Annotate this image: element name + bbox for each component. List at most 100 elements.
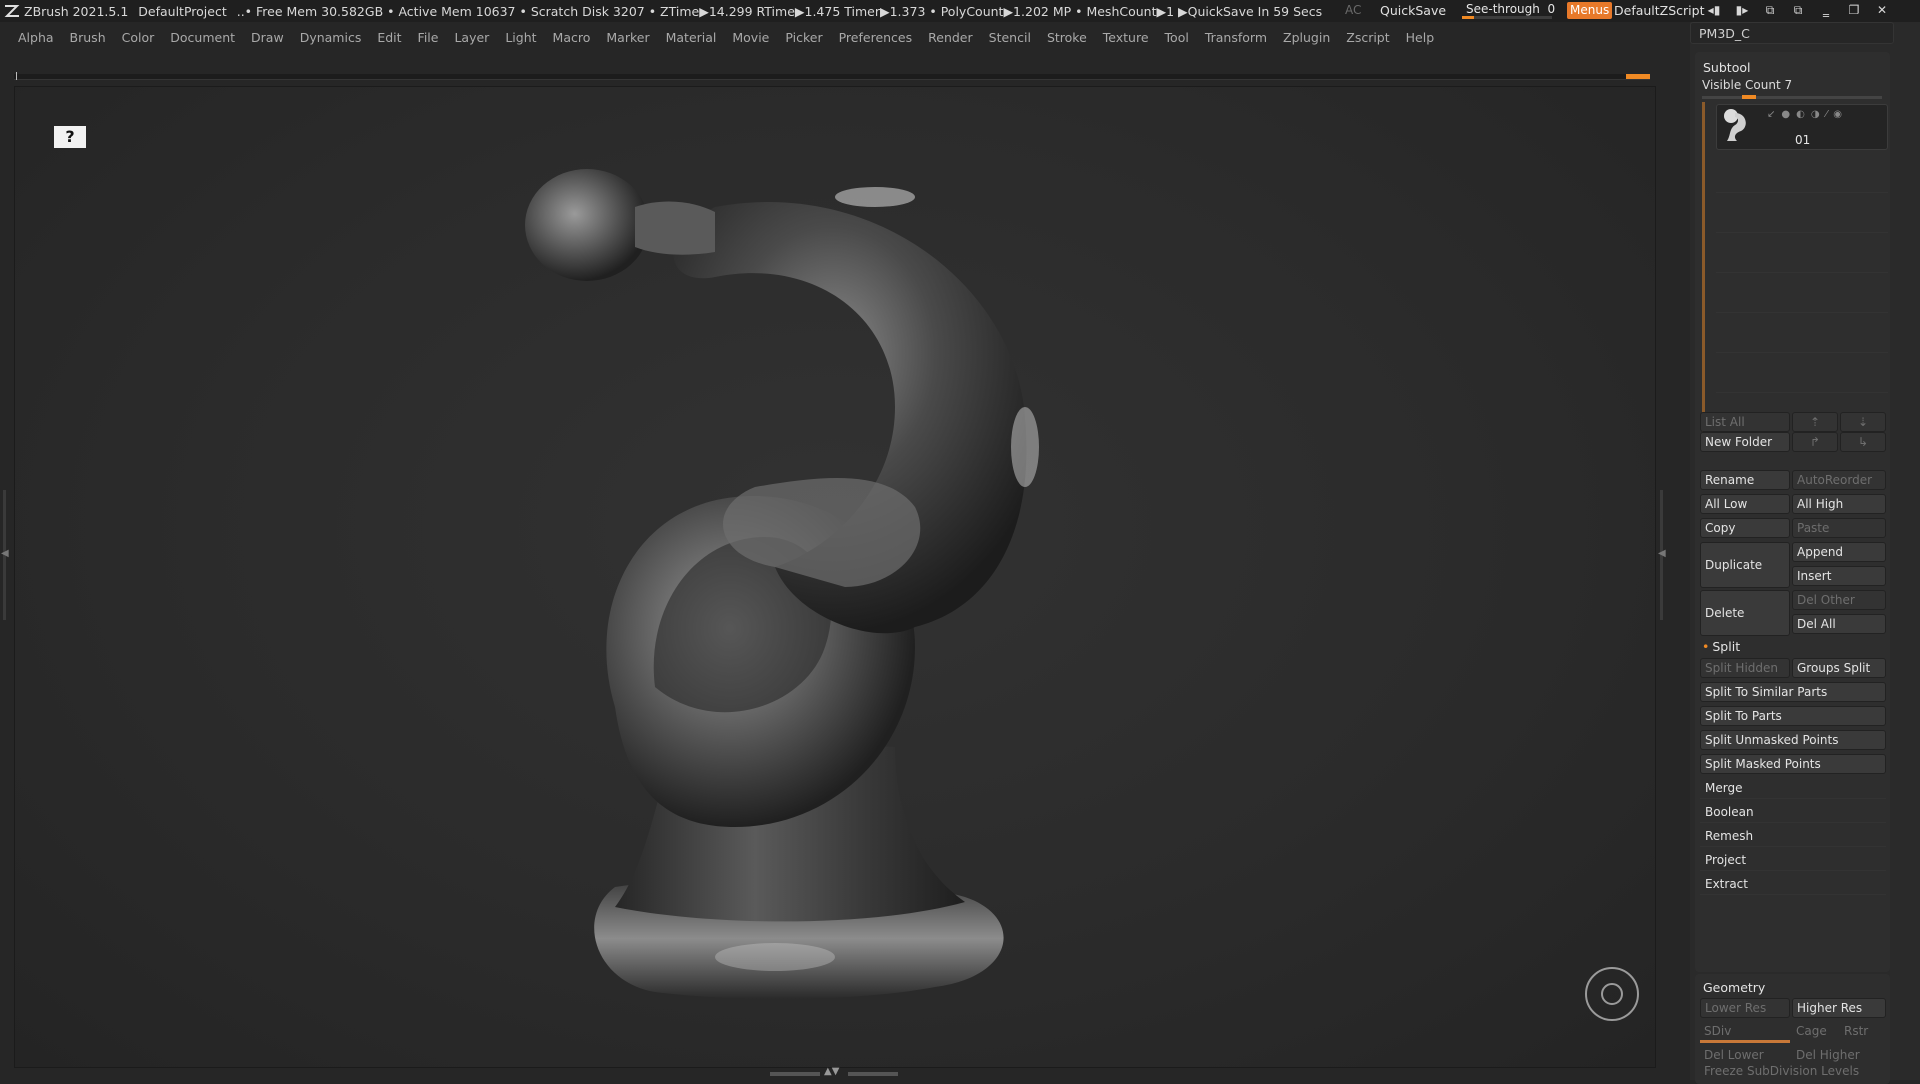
move-up-icon[interactable]: ↱ — [1792, 432, 1838, 452]
left-tray-handle[interactable]: ◀ — [0, 490, 10, 620]
menu-document[interactable]: Document — [170, 30, 235, 45]
edit-icon[interactable]: ⁄ — [1826, 109, 1828, 120]
subtool-item[interactable]: ↙ ● ◐ ◑ ⁄ ◉ 01 — [1716, 104, 1888, 150]
menu-dynamics[interactable]: Dynamics — [300, 30, 362, 45]
copy-button[interactable]: Copy — [1700, 518, 1790, 538]
cage-button[interactable]: Cage — [1792, 1022, 1838, 1042]
subtool-list[interactable]: ↙ ● ◐ ◑ ⁄ ◉ 01 — [1702, 102, 1888, 432]
new-folder-button[interactable]: New Folder — [1700, 432, 1790, 452]
menu-zplugin[interactable]: Zplugin — [1283, 30, 1330, 45]
restore-icon[interactable]: ❐ — [1845, 2, 1863, 18]
move-down-icon[interactable]: ↳ — [1840, 432, 1886, 452]
chevron-left-icon[interactable]: ◀ — [1658, 548, 1666, 559]
material-icon[interactable]: ◑ — [1811, 109, 1820, 120]
append-button[interactable]: Append — [1792, 542, 1886, 562]
eye-icon[interactable]: ◉ — [1833, 109, 1842, 120]
duplicate-button[interactable]: Duplicate — [1700, 542, 1790, 588]
chevron-up-icon[interactable]: ▲▼ — [824, 1066, 839, 1077]
menu-texture[interactable]: Texture — [1103, 30, 1149, 45]
quicksave-button[interactable]: QuickSave — [1380, 3, 1446, 18]
subtool-title[interactable]: Subtool — [1703, 60, 1750, 75]
navigation-gizmo-icon[interactable] — [1585, 967, 1639, 1021]
minimize-icon[interactable]: ‗ — [1817, 2, 1835, 18]
sdiv-slider[interactable]: SDiv — [1700, 1022, 1790, 1042]
timeline-strip[interactable] — [14, 72, 1650, 80]
split-similar-parts-button[interactable]: Split To Similar Parts — [1700, 682, 1886, 702]
menu-layer[interactable]: Layer — [454, 30, 489, 45]
menu-picker[interactable]: Picker — [785, 30, 822, 45]
arrow-up-icon[interactable]: ⇡ — [1792, 412, 1838, 432]
auto-reorder-button[interactable]: AutoReorder — [1792, 470, 1886, 490]
del-all-button[interactable]: Del All — [1792, 614, 1886, 634]
menu-file[interactable]: File — [418, 30, 439, 45]
paste-layout-icon[interactable]: ⧉ — [1789, 2, 1807, 18]
project-name[interactable]: DefaultProject — [138, 4, 226, 19]
split-unmasked-button[interactable]: Split Unmasked Points — [1700, 730, 1886, 750]
default-zscript-button[interactable]: DefaultZScript — [1614, 3, 1705, 18]
menu-macro[interactable]: Macro — [553, 30, 591, 45]
split-masked-button[interactable]: Split Masked Points — [1700, 754, 1886, 774]
rename-button[interactable]: Rename — [1700, 470, 1790, 490]
menu-help[interactable]: Help — [1406, 30, 1435, 45]
list-all-button[interactable]: List All — [1700, 412, 1790, 432]
see-through-knob[interactable] — [1462, 16, 1474, 19]
menu-zscript[interactable]: Zscript — [1346, 30, 1389, 45]
close-icon[interactable]: ✕ — [1873, 2, 1891, 18]
ac-button[interactable]: AC — [1345, 3, 1361, 17]
tray-title[interactable]: PM3D_C — [1690, 22, 1894, 44]
layout-left-icon[interactable]: ◂▮ — [1705, 2, 1723, 18]
menu-render[interactable]: Render — [928, 30, 973, 45]
menu-preferences[interactable]: Preferences — [839, 30, 913, 45]
toggle-icon[interactable]: ● — [1781, 109, 1790, 120]
menus-toggle-button[interactable]: Menus — [1567, 2, 1613, 19]
menu-marker[interactable]: Marker — [606, 30, 649, 45]
menu-stroke[interactable]: Stroke — [1047, 30, 1087, 45]
delete-button[interactable]: Delete — [1700, 590, 1790, 636]
higher-res-button[interactable]: Higher Res — [1792, 998, 1886, 1018]
menu-alpha[interactable]: Alpha — [18, 30, 54, 45]
bottom-tray-handle[interactable]: ▲▼ — [770, 1066, 900, 1078]
remesh-subpalette[interactable]: Remesh — [1700, 827, 1886, 847]
layout-right-icon[interactable]: ▮▸ — [1733, 2, 1751, 18]
geometry-title[interactable]: Geometry — [1703, 980, 1765, 995]
arrow-down-icon[interactable]: ⇣ — [1840, 412, 1886, 432]
boolean-subpalette[interactable]: Boolean — [1700, 803, 1886, 823]
menu-brush[interactable]: Brush — [70, 30, 106, 45]
menu-tool[interactable]: Tool — [1165, 30, 1189, 45]
sculpt-model[interactable] — [15, 87, 1656, 1068]
menu-draw[interactable]: Draw — [251, 30, 284, 45]
split-to-parts-button[interactable]: Split To Parts — [1700, 706, 1886, 726]
timeline-handle[interactable] — [1626, 74, 1650, 79]
menu-material[interactable]: Material — [666, 30, 717, 45]
del-other-button[interactable]: Del Other — [1792, 590, 1886, 610]
menu-transform[interactable]: Transform — [1205, 30, 1267, 45]
split-subpalette-header[interactable]: Split — [1702, 639, 1740, 654]
document-canvas[interactable]: ? — [14, 86, 1656, 1068]
project-subpalette[interactable]: Project — [1700, 851, 1886, 871]
menu-movie[interactable]: Movie — [732, 30, 769, 45]
groups-split-button[interactable]: Groups Split — [1792, 658, 1886, 678]
merge-subpalette[interactable]: Merge — [1700, 779, 1886, 799]
timeline-marker[interactable] — [16, 72, 17, 80]
menu-light[interactable]: Light — [505, 30, 536, 45]
lower-res-button[interactable]: Lower Res — [1700, 998, 1790, 1018]
list-scrollbar[interactable] — [1702, 102, 1705, 432]
all-low-button[interactable]: All Low — [1700, 494, 1790, 514]
polypaint-icon[interactable]: ◐ — [1796, 109, 1805, 120]
menu-color[interactable]: Color — [122, 30, 155, 45]
menu-stencil[interactable]: Stencil — [989, 30, 1031, 45]
copy-layout-icon[interactable]: ⧉ — [1761, 2, 1779, 18]
freeze-subdivision-button[interactable]: Freeze SubDivision Levels — [1700, 1062, 1886, 1082]
all-high-button[interactable]: All High — [1792, 494, 1886, 514]
split-hidden-button[interactable]: Split Hidden — [1700, 658, 1790, 678]
sdiv-slider-fill[interactable] — [1700, 1040, 1790, 1043]
rstr-button[interactable]: Rstr — [1840, 1022, 1886, 1042]
chevron-left-icon[interactable]: ◀ — [1, 548, 9, 559]
see-through-slider[interactable]: See-through 0 — [1462, 1, 1555, 21]
menu-edit[interactable]: Edit — [377, 30, 401, 45]
right-tray-handle[interactable]: ◀ — [1656, 490, 1670, 620]
visible-count-slider[interactable] — [1702, 95, 1882, 99]
paste-button[interactable]: Paste — [1792, 518, 1886, 538]
extract-subpalette[interactable]: Extract — [1700, 875, 1886, 895]
brush-icon[interactable]: ↙ — [1767, 109, 1775, 120]
